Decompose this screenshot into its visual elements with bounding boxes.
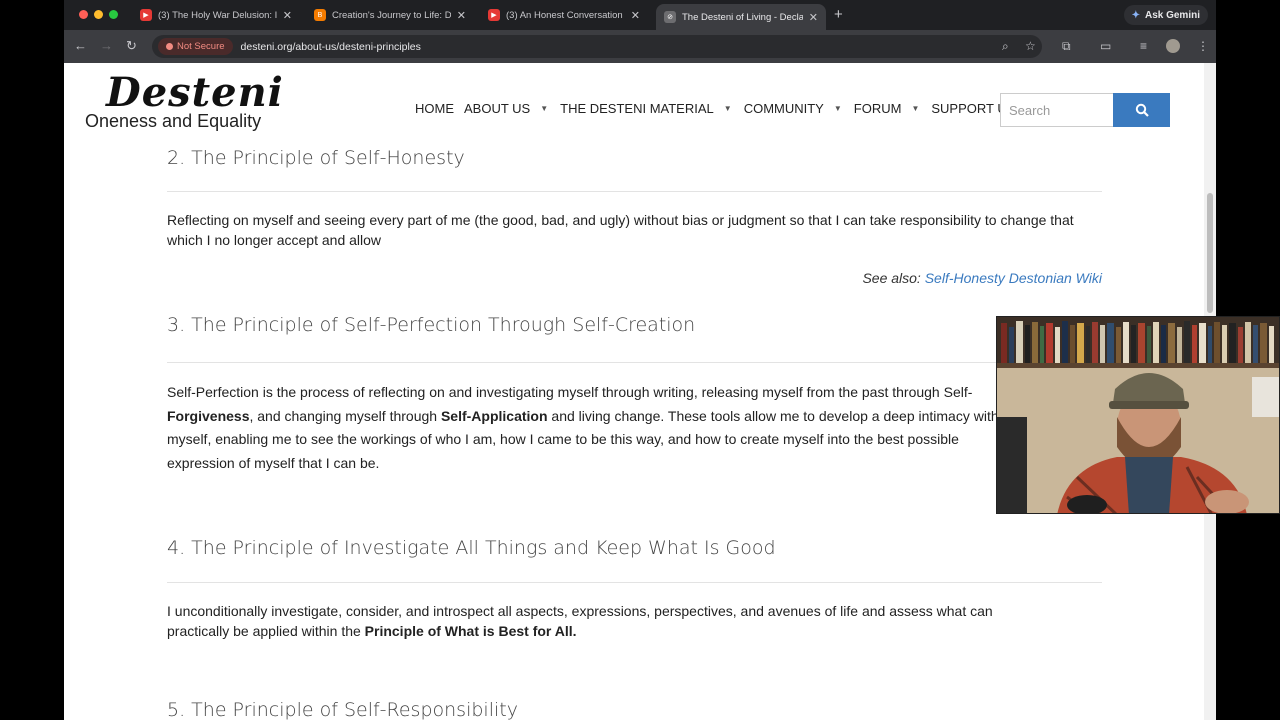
url-text[interactable]: desteni.org/about-us/desteni-principles	[241, 41, 421, 53]
nav-label: COMMUNITY	[743, 101, 824, 116]
ask-gemini-label: Ask Gemini	[1144, 9, 1200, 21]
search-icon	[1135, 103, 1149, 117]
nav-label: FORUM	[853, 101, 902, 116]
text-span: and living change. These tools allow me …	[547, 407, 999, 424]
tab-title: (3) An Honest Conversation o	[506, 9, 625, 21]
blogger-icon: B	[314, 9, 326, 21]
principle-text-4: I unconditionally investigate, consider,…	[167, 601, 1102, 641]
menu-icon[interactable]: ⋮	[1197, 39, 1209, 53]
not-secure-badge[interactable]: Not Secure	[158, 38, 233, 55]
gemini-sparkle-icon: ✦	[1131, 9, 1140, 21]
webcam-video-image	[997, 317, 1279, 513]
text-span: practically be applied within the	[167, 623, 365, 639]
tab-holy-war[interactable]: ▶ (3) The Holy War Delusion: Is ✕	[132, 4, 300, 26]
divider	[167, 362, 1102, 363]
self-application-term: Self-Application	[440, 407, 548, 424]
tab-title: (3) The Holy War Delusion: Is	[158, 9, 277, 21]
minimize-window-button[interactable]	[94, 10, 103, 19]
divider	[167, 582, 1102, 583]
principle-heading-4: 4. The Principle of Investigate All Thin…	[167, 537, 776, 559]
bookmark-star-icon[interactable]: ☆	[1025, 39, 1036, 53]
close-icon[interactable]: ✕	[631, 9, 640, 22]
site-search-input[interactable]: Search	[1000, 93, 1113, 127]
youtube-icon: ▶	[488, 9, 500, 21]
site-search-button[interactable]	[1113, 93, 1170, 127]
caret-down-icon[interactable]: ▼	[724, 104, 732, 113]
webcam-overlay	[996, 316, 1280, 514]
side-panel-icon[interactable]: ▭	[1100, 39, 1111, 53]
profile-avatar[interactable]	[1166, 39, 1180, 53]
nav-community[interactable]: COMMUNITY ▼	[744, 101, 842, 116]
nav-label: ABOUT US	[464, 101, 531, 116]
extensions-icon[interactable]: ⧉	[1062, 39, 1071, 54]
close-window-button[interactable]	[79, 10, 88, 19]
zoom-icon[interactable]: ⌕	[1002, 39, 1009, 54]
reading-list-icon[interactable]: ≡	[1140, 39, 1147, 53]
caret-down-icon[interactable]: ▼	[911, 104, 919, 113]
tab-desteni-of-living[interactable]: ⊘ The Desteni of Living - Decla ✕	[656, 4, 826, 30]
site-tagline: Oneness and Equality	[85, 111, 262, 131]
nav-label: THE DESTENI MATERIAL	[560, 101, 714, 116]
youtube-icon: ▶	[140, 9, 152, 21]
tab-creations-journey[interactable]: B Creation's Journey to Life: De ✕	[306, 4, 474, 26]
caret-down-icon[interactable]: ▼	[540, 104, 548, 113]
principle-heading-2: 2. The Principle of Self-Honesty	[167, 147, 465, 169]
forward-icon[interactable]: →	[100, 38, 113, 53]
main-nav: HOME ABOUT US ▼ THE DESTENI MATERIAL ▼ COM…	[415, 101, 1025, 116]
scroll-thumb[interactable]	[1207, 193, 1213, 313]
site-icon: ⊘	[664, 11, 676, 23]
see-also: See also: Self-Honesty Destonian Wiki	[167, 270, 1102, 286]
address-bar[interactable]: Not Secure desteni.org/about-us/desteni-…	[152, 35, 1042, 58]
principle-text-2: Reflecting on myself and seeing every pa…	[167, 212, 1074, 248]
nav-home[interactable]: HOME	[415, 101, 454, 116]
forgiveness-term: Forgiveness	[167, 407, 250, 424]
nav-desteni-material[interactable]: THE DESTENI MATERIAL ▼	[560, 101, 732, 116]
see-also-label: See also:	[862, 270, 921, 286]
nav-forum[interactable]: FORUM ▼	[854, 101, 920, 116]
close-icon[interactable]: ✕	[457, 9, 466, 22]
close-icon[interactable]: ✕	[809, 11, 818, 24]
new-tab-button[interactable]: +	[834, 6, 843, 23]
principle-heading-5: 5. The Principle of Self-Responsibility	[167, 699, 518, 720]
text-span: , and changing myself through	[249, 407, 441, 424]
principle-heading-3: 3. The Principle of Self-Perfection Thro…	[167, 314, 696, 336]
tab-honest-conversation[interactable]: ▶ (3) An Honest Conversation o ✕	[480, 4, 648, 26]
divider	[167, 191, 1102, 192]
caret-down-icon[interactable]: ▼	[834, 104, 842, 113]
tab-strip: ▶ (3) The Holy War Delusion: Is ✕ B Crea…	[64, 0, 1216, 30]
site-header: Desteni Oneness and Equality HOME ABOUT …	[64, 63, 1204, 141]
ask-gemini-button[interactable]: ✦ Ask Gemini	[1123, 5, 1208, 25]
tab-title: The Desteni of Living - Decla	[682, 11, 803, 23]
site-logo[interactable]: Desteni	[106, 69, 284, 116]
back-icon[interactable]: ←	[74, 38, 87, 53]
self-honesty-wiki-link[interactable]: Self-Honesty Destonian Wiki	[925, 270, 1102, 286]
not-secure-label: Not Secure	[177, 41, 225, 52]
reload-icon[interactable]: ↻	[126, 38, 137, 54]
warning-icon	[166, 43, 173, 50]
browser-toolbar: ← → ↻ Not Secure desteni.org/about-us/de…	[64, 30, 1216, 63]
search-placeholder: Search	[1009, 102, 1051, 118]
best-for-all-term: Principle of What is Best for All.	[364, 623, 577, 639]
nav-about-us[interactable]: ABOUT US ▼	[464, 101, 548, 116]
principle-text-4-line: I unconditionally investigate, consider,…	[167, 603, 993, 619]
principle-text-4-line: practically be applied within the Princi…	[167, 621, 1102, 641]
nav-label: HOME	[415, 101, 454, 116]
tab-title: Creation's Journey to Life: De	[332, 9, 451, 21]
zoom-window-button[interactable]	[109, 10, 118, 19]
close-icon[interactable]: ✕	[283, 9, 292, 22]
